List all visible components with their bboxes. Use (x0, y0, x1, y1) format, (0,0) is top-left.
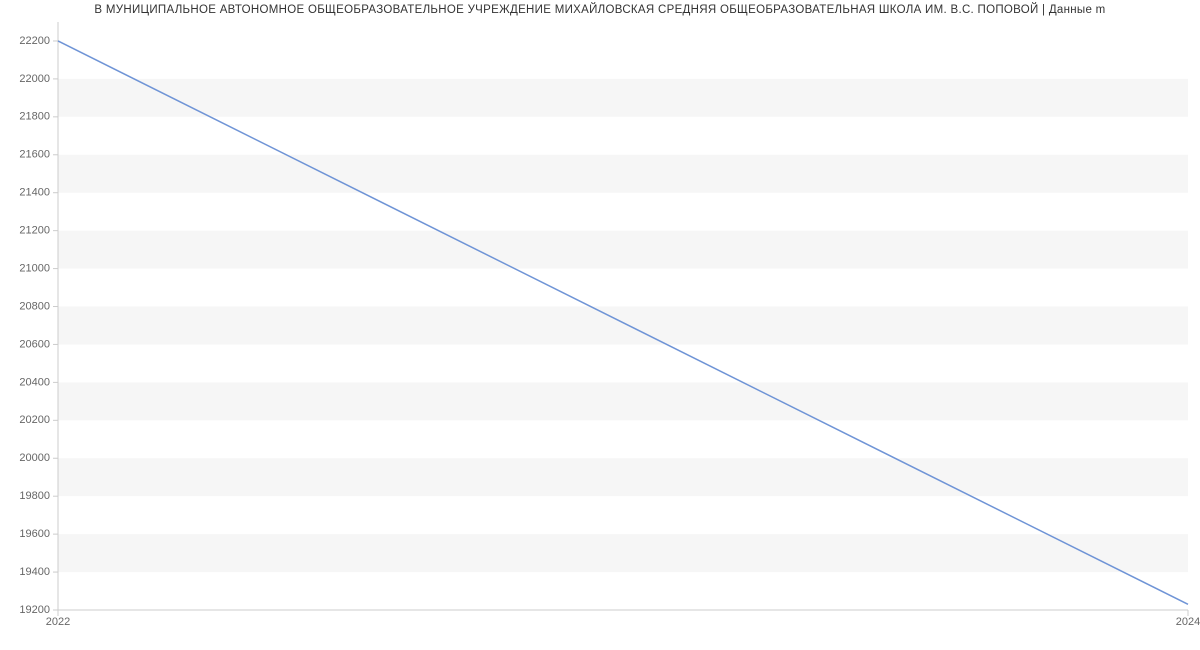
grid-band (58, 307, 1188, 345)
y-tick-label: 19200 (19, 604, 50, 616)
y-tick-label: 20400 (19, 376, 50, 388)
grid-band (58, 231, 1188, 269)
y-tick-label: 21800 (19, 111, 50, 123)
y-tick-label: 20600 (19, 338, 50, 350)
y-tick-label: 22000 (19, 73, 50, 85)
chart-title: В МУНИЦИПАЛЬНОЕ АВТОНОМНОЕ ОБЩЕОБРАЗОВАТ… (0, 0, 1200, 18)
y-tick-label: 19600 (19, 528, 50, 540)
y-tick-label: 21200 (19, 225, 50, 237)
grid-band (58, 382, 1188, 420)
y-tick-label: 21000 (19, 262, 50, 274)
y-tick-label: 20200 (19, 414, 50, 426)
chart-plot-area: 19200 19400 19600 19800 20000 20200 20400 20600… (0, 18, 1200, 638)
grid-band (58, 458, 1188, 496)
y-tick-label: 19800 (19, 490, 50, 502)
y-tick-label: 20000 (19, 452, 50, 464)
y-tick-label: 21400 (19, 187, 50, 199)
y-tick-label: 19400 (19, 566, 50, 578)
grid-band (58, 155, 1188, 193)
chart-svg: 19200 19400 19600 19800 20000 20200 20400 20600… (0, 18, 1200, 638)
y-tick-label: 20800 (19, 300, 50, 312)
grid-band (58, 79, 1188, 117)
grid-band (58, 534, 1188, 572)
x-tick-label: 2024 (1176, 616, 1200, 628)
x-tick-label: 2022 (46, 616, 70, 628)
y-tick-label: 21600 (19, 149, 50, 161)
y-tick-label: 22200 (19, 35, 50, 47)
